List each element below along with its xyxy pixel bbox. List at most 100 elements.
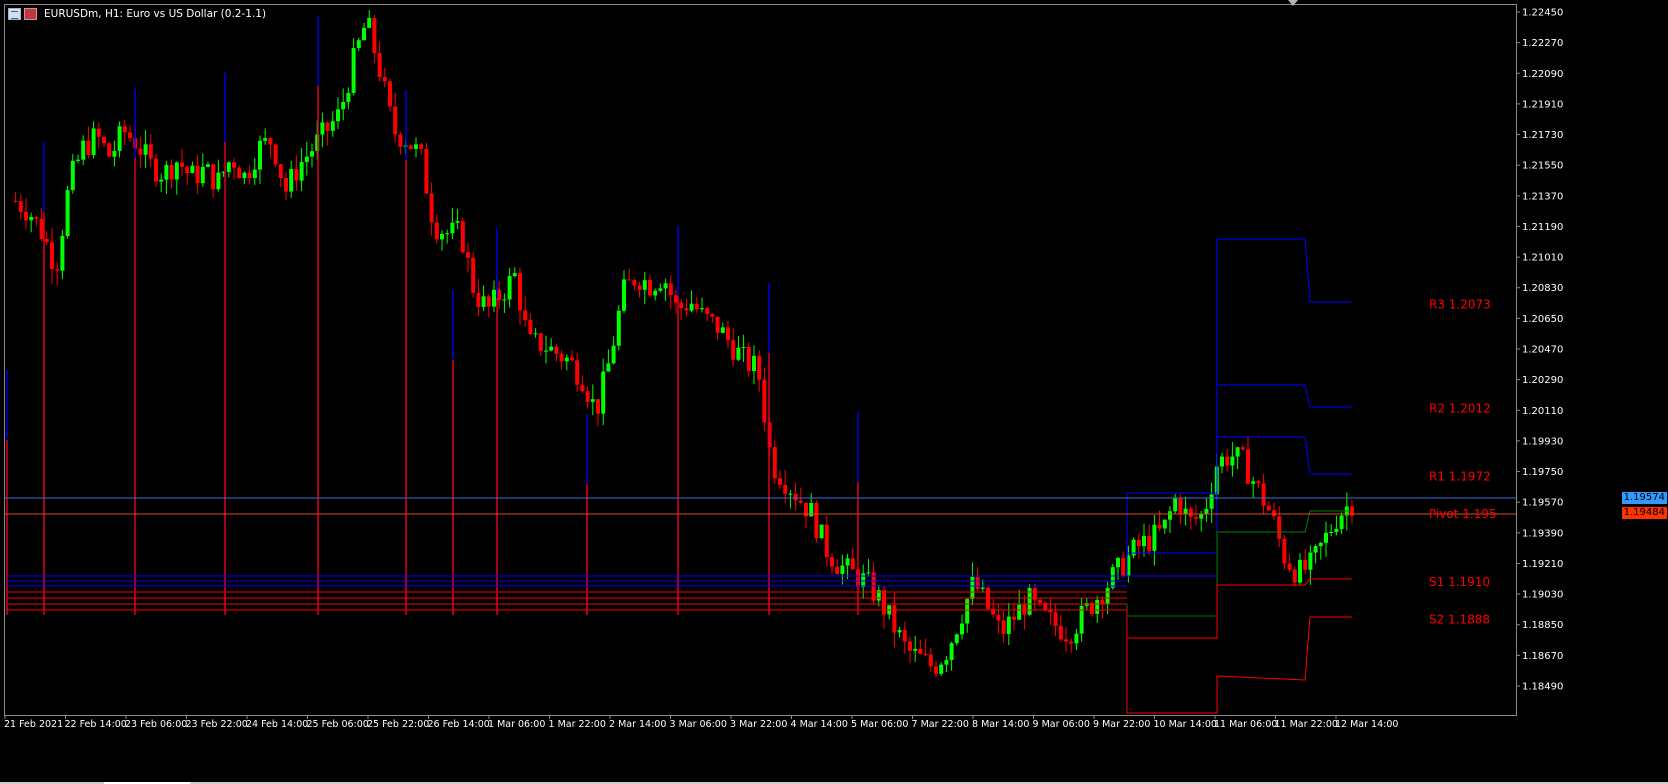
y-tick-label: 1.21190 xyxy=(1522,222,1563,233)
candle-body xyxy=(414,144,418,149)
candle-body xyxy=(1173,498,1178,512)
candle-body xyxy=(180,162,184,167)
candle-body xyxy=(1251,481,1256,484)
candle-body xyxy=(44,238,49,243)
candle-body xyxy=(393,106,398,135)
candle-body xyxy=(242,172,247,179)
y-tick-label: 1.19390 xyxy=(1522,528,1563,539)
candle-body xyxy=(388,81,392,107)
candle-body xyxy=(648,280,652,296)
candle-body xyxy=(606,363,611,372)
candle-body xyxy=(268,138,273,145)
pivot-step-line xyxy=(1126,616,1352,714)
candle-body xyxy=(658,288,663,291)
candle-body xyxy=(1324,532,1328,543)
x-tick-label: 25 Feb 22:00 xyxy=(367,719,429,730)
x-tick-label: 10 Mar 14:00 xyxy=(1154,719,1217,730)
candle-body xyxy=(798,500,803,503)
pivot-level-label: R2 1.2012 xyxy=(1429,402,1491,416)
candle-body xyxy=(70,160,75,191)
chart-window-icon[interactable] xyxy=(8,8,21,20)
chart-shift-marker-icon[interactable] xyxy=(1288,0,1298,6)
candle-body xyxy=(341,101,346,110)
pivot-level-label: Pivot 1.195 xyxy=(1429,507,1497,521)
candle-body xyxy=(356,40,361,49)
candle-body xyxy=(263,138,268,141)
candle-body xyxy=(445,233,450,235)
candle-body xyxy=(50,242,54,270)
candle-body xyxy=(450,222,455,234)
candle-body xyxy=(819,524,824,539)
candle-body xyxy=(840,565,845,574)
candle-body xyxy=(96,128,101,137)
candle-body xyxy=(923,653,928,655)
candle-body xyxy=(206,164,210,167)
candle-body xyxy=(372,17,377,54)
candle-body xyxy=(429,193,434,223)
candle-body xyxy=(1168,511,1172,520)
candle-body xyxy=(112,150,117,157)
candle-body xyxy=(24,211,28,221)
candle-body xyxy=(34,217,39,219)
candle-body xyxy=(320,122,325,135)
candle-body xyxy=(39,218,44,239)
candle-body xyxy=(294,169,299,181)
candle-body xyxy=(1261,483,1266,506)
candle-body xyxy=(382,77,387,82)
x-tick-label: 1 Mar 22:00 xyxy=(549,719,606,730)
candle-body xyxy=(830,557,834,567)
candle-body xyxy=(700,308,704,310)
candle-body xyxy=(117,126,122,151)
candle-body xyxy=(122,126,127,133)
candle-body xyxy=(679,302,684,309)
pivot-step-line xyxy=(1126,384,1352,576)
chart-window[interactable]: 1.22450 1.22270 1.22090 1.21910 1.21730 1.215… xyxy=(0,0,1668,784)
candle-body xyxy=(596,399,600,414)
x-tick-label: 9 Mar 22:00 xyxy=(1093,719,1150,730)
candle-body xyxy=(663,283,668,289)
x-tick-label: 25 Feb 06:00 xyxy=(307,719,369,730)
candle-body xyxy=(1105,587,1110,605)
x-tick-label: 24 Feb 14:00 xyxy=(246,719,308,730)
x-tick-label: 26 Feb 14:00 xyxy=(428,719,490,730)
x-tick-label: 7 Mar 22:00 xyxy=(912,719,969,730)
x-tick-label: 3 Mar 06:00 xyxy=(670,719,727,730)
candle-body xyxy=(237,167,242,179)
candle-body xyxy=(1204,508,1209,514)
y-tick-label: 1.20290 xyxy=(1522,375,1563,386)
candle-body xyxy=(159,179,164,182)
candle-body xyxy=(273,144,278,165)
candle-body xyxy=(1121,557,1126,577)
candle-body xyxy=(18,201,23,212)
candle-body xyxy=(481,296,486,307)
candle-body xyxy=(289,169,294,192)
candle-body xyxy=(299,162,304,181)
candle-body xyxy=(1152,524,1157,551)
price-axis: 1.22450 1.22270 1.22090 1.21910 1.21730 1.215… xyxy=(1516,8,1563,693)
candle-body xyxy=(247,172,252,179)
x-tick-label: 8 Mar 14:00 xyxy=(972,719,1029,730)
candle-body xyxy=(330,121,335,131)
candle-body xyxy=(1116,557,1120,568)
x-tick-label: 1 Mar 06:00 xyxy=(488,719,545,730)
candle-body xyxy=(570,357,574,361)
candle-body xyxy=(980,587,985,589)
candle-body xyxy=(559,353,564,362)
candle-body xyxy=(1292,569,1297,583)
candle-body xyxy=(148,144,153,159)
x-tick-label: 11 Mar 22:00 xyxy=(1275,719,1338,730)
y-tick-label: 1.21370 xyxy=(1522,191,1563,202)
x-tick-label: 21 Feb 2021 xyxy=(4,719,63,730)
price-chart[interactable]: 1.22450 1.22270 1.22090 1.21910 1.21730 1.215… xyxy=(0,0,1668,784)
candle-body xyxy=(1230,456,1235,466)
candle-body xyxy=(200,166,205,184)
candle-body xyxy=(226,162,231,172)
candle-body xyxy=(824,524,829,558)
candle-body xyxy=(741,347,746,349)
candle-body xyxy=(507,276,512,300)
candle-body xyxy=(715,316,720,333)
candle-body xyxy=(1162,519,1167,529)
candle-body xyxy=(1313,546,1318,553)
y-tick-label: 1.21730 xyxy=(1522,130,1563,141)
candle-body xyxy=(726,327,730,341)
